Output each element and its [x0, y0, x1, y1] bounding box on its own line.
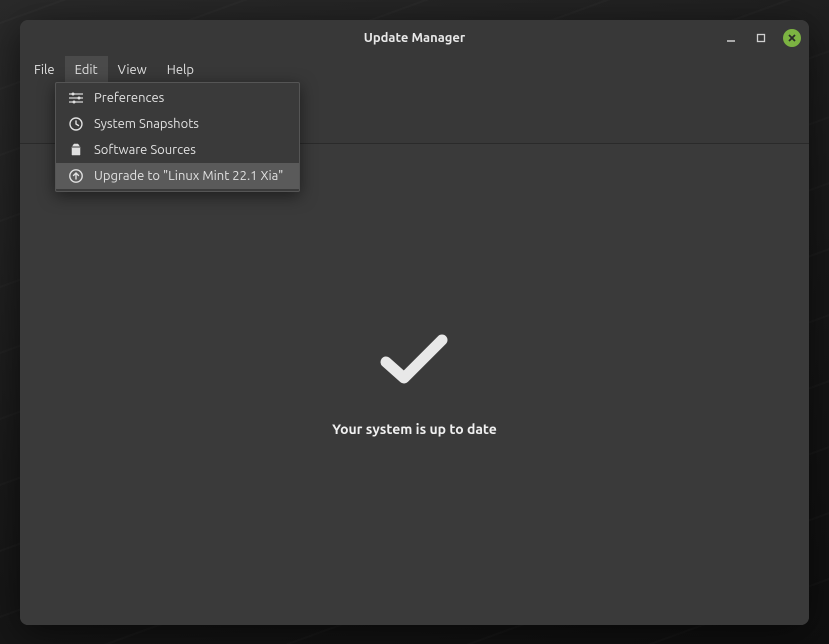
clock-icon [68, 116, 84, 132]
menu-item-upgrade[interactable]: Upgrade to "Linux Mint 22.1 Xia" [56, 163, 299, 189]
minimize-button[interactable] [723, 30, 739, 46]
menubar: File Edit View Help [20, 56, 809, 84]
menu-item-snapshots[interactable]: System Snapshots [56, 111, 299, 137]
menu-item-label: Upgrade to "Linux Mint 22.1 Xia" [94, 169, 283, 183]
window-title: Update Manager [364, 31, 466, 45]
minimize-icon [726, 33, 736, 43]
close-icon [787, 33, 797, 43]
menu-item-label: Preferences [94, 91, 164, 105]
menu-file[interactable]: File [24, 56, 65, 84]
maximize-icon [756, 33, 766, 43]
content-area: Your system is up to date [20, 144, 809, 625]
menu-view[interactable]: View [108, 56, 157, 84]
menu-edit[interactable]: Edit [65, 56, 108, 84]
upgrade-icon [68, 168, 84, 184]
menu-item-sources[interactable]: Software Sources [56, 137, 299, 163]
sliders-icon [68, 90, 84, 106]
menu-item-label: Software Sources [94, 143, 196, 157]
window-controls [723, 20, 801, 56]
package-icon [68, 142, 84, 158]
edit-dropdown-menu: Preferences System Snapshots Software So… [55, 82, 300, 192]
status-text: Your system is up to date [332, 421, 497, 437]
menu-item-preferences[interactable]: Preferences [56, 85, 299, 111]
close-button[interactable] [783, 29, 801, 47]
maximize-button[interactable] [753, 30, 769, 46]
titlebar[interactable]: Update Manager [20, 20, 809, 56]
checkmark-icon [380, 332, 450, 391]
menu-item-label: System Snapshots [94, 117, 199, 131]
menu-help[interactable]: Help [157, 56, 204, 84]
